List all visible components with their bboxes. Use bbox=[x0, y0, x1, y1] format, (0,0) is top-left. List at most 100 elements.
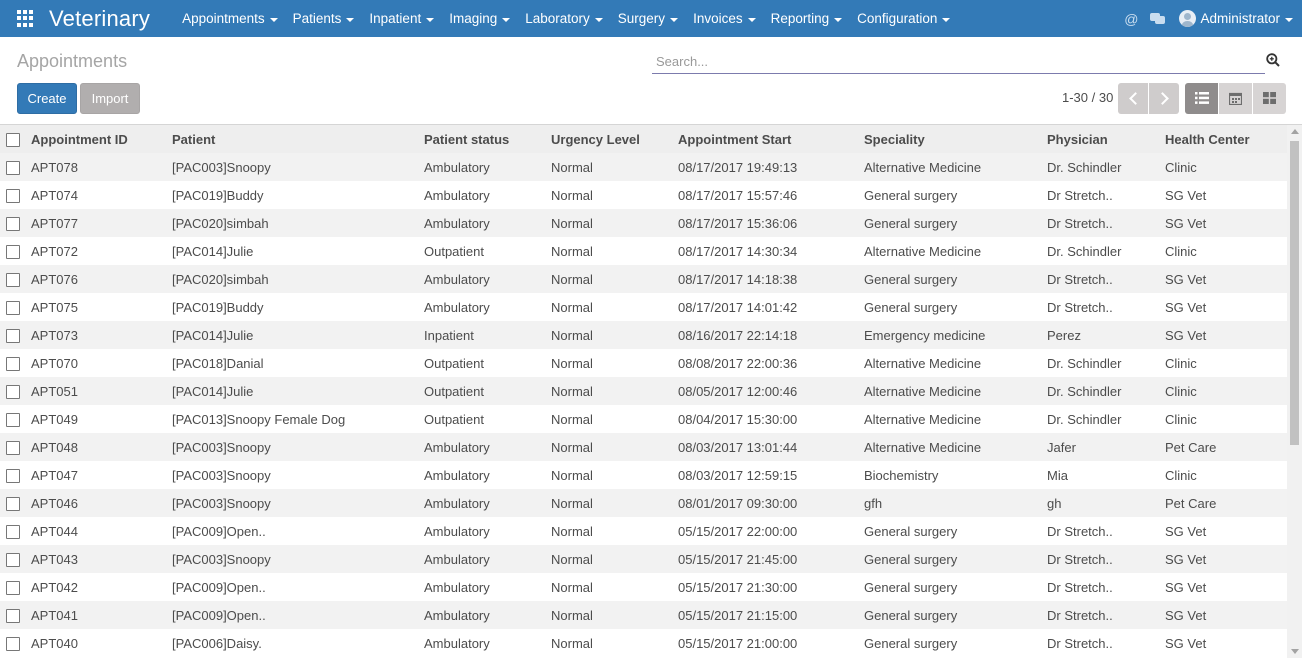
table-cell[interactable]: General surgery bbox=[864, 545, 1047, 573]
table-cell[interactable]: Dr. Schindler bbox=[1047, 405, 1165, 433]
row-checkbox[interactable] bbox=[6, 216, 20, 231]
table-cell[interactable]: Jafer bbox=[1047, 433, 1165, 461]
table-cell[interactable]: Normal bbox=[551, 433, 678, 461]
table-row[interactable]: APT073 [PAC014]Julie Inpatient Normal 08/16/… bbox=[0, 321, 1287, 349]
row-checkbox[interactable] bbox=[6, 244, 20, 259]
table-cell[interactable]: SG Vet bbox=[1165, 601, 1287, 629]
table-cell[interactable]: Normal bbox=[551, 265, 678, 293]
column-header[interactable]: Physician bbox=[1047, 125, 1165, 153]
table-cell[interactable]: [PAC009]Open.. bbox=[172, 573, 424, 601]
table-cell[interactable]: Clinic bbox=[1165, 349, 1287, 377]
table-row[interactable]: APT051 [PAC014]Julie Outpatient Normal 08/05… bbox=[0, 377, 1287, 405]
table-cell[interactable]: [PAC003]Snoopy bbox=[172, 489, 424, 517]
table-cell[interactable]: Ambulatory bbox=[424, 601, 551, 629]
table-cell[interactable]: SG Vet bbox=[1165, 321, 1287, 349]
table-cell[interactable]: APT072 bbox=[31, 237, 172, 265]
table-cell[interactable]: APT077 bbox=[31, 209, 172, 237]
apps-grid-icon[interactable] bbox=[17, 9, 35, 28]
table-cell[interactable]: Normal bbox=[551, 209, 678, 237]
table-cell[interactable]: 08/17/2017 15:57:46 bbox=[678, 181, 864, 209]
table-row[interactable]: APT047 [PAC003]Snoopy Ambulatory Normal 08/0… bbox=[0, 461, 1287, 489]
kanban-view-button[interactable] bbox=[1253, 83, 1286, 114]
table-cell[interactable]: gfh bbox=[864, 489, 1047, 517]
table-cell[interactable]: APT076 bbox=[31, 265, 172, 293]
table-cell[interactable]: APT075 bbox=[31, 293, 172, 321]
table-row[interactable]: APT046 [PAC003]Snoopy Ambulatory Normal 08/0… bbox=[0, 489, 1287, 517]
vertical-scrollbar[interactable] bbox=[1287, 125, 1302, 658]
table-cell[interactable]: Alternative Medicine bbox=[864, 405, 1047, 433]
scroll-up-icon[interactable] bbox=[1291, 129, 1299, 134]
table-cell[interactable]: Normal bbox=[551, 461, 678, 489]
table-cell[interactable]: 08/01/2017 09:30:00 bbox=[678, 489, 864, 517]
table-cell[interactable]: APT042 bbox=[31, 573, 172, 601]
table-cell[interactable]: [PAC003]Snoopy bbox=[172, 433, 424, 461]
table-cell[interactable]: Normal bbox=[551, 181, 678, 209]
table-cell[interactable]: Dr Stretch.. bbox=[1047, 265, 1165, 293]
table-cell[interactable]: Ambulatory bbox=[424, 545, 551, 573]
table-cell[interactable]: Biochemistry bbox=[864, 461, 1047, 489]
table-row[interactable]: APT077 [PAC020]simbah Ambulatory Normal 08/1… bbox=[0, 209, 1287, 237]
user-menu[interactable]: Administrator bbox=[1200, 11, 1293, 26]
table-cell[interactable]: Normal bbox=[551, 349, 678, 377]
table-cell[interactable]: [PAC013]Snoopy Female Dog bbox=[172, 405, 424, 433]
row-checkbox[interactable] bbox=[6, 552, 20, 567]
table-cell[interactable]: 08/17/2017 14:30:34 bbox=[678, 237, 864, 265]
import-button[interactable]: Import bbox=[80, 83, 140, 114]
avatar[interactable] bbox=[1179, 10, 1197, 27]
table-cell[interactable]: Emergency medicine bbox=[864, 321, 1047, 349]
table-cell[interactable]: General surgery bbox=[864, 265, 1047, 293]
menu-invoices[interactable]: Invoices bbox=[693, 11, 756, 26]
table-cell[interactable]: SG Vet bbox=[1165, 293, 1287, 321]
table-cell[interactable]: Dr. Schindler bbox=[1047, 237, 1165, 265]
table-row[interactable]: APT078 [PAC003]Snoopy Ambulatory Normal 08/1… bbox=[0, 153, 1287, 181]
table-cell[interactable]: [PAC009]Open.. bbox=[172, 517, 424, 545]
table-cell[interactable]: 05/15/2017 21:45:00 bbox=[678, 545, 864, 573]
table-cell[interactable]: Clinic bbox=[1165, 153, 1287, 181]
table-cell[interactable]: APT046 bbox=[31, 489, 172, 517]
table-row[interactable]: APT043 [PAC003]Snoopy Ambulatory Normal 05/1… bbox=[0, 545, 1287, 573]
table-cell[interactable]: [PAC019]Buddy bbox=[172, 293, 424, 321]
table-cell[interactable]: 05/15/2017 21:30:00 bbox=[678, 573, 864, 601]
column-header[interactable]: Appointment Start bbox=[678, 125, 864, 153]
table-cell[interactable]: Normal bbox=[551, 153, 678, 181]
column-header[interactable]: Patient status bbox=[424, 125, 551, 153]
table-row[interactable]: APT040 [PAC006]Daisy. Ambulatory Normal 05/1… bbox=[0, 629, 1287, 657]
menu-inpatient[interactable]: Inpatient bbox=[369, 11, 435, 26]
table-cell[interactable]: APT044 bbox=[31, 517, 172, 545]
row-checkbox[interactable] bbox=[6, 608, 20, 623]
table-row[interactable]: APT049 [PAC013]Snoopy Female Dog Outpatien… bbox=[0, 405, 1287, 433]
row-checkbox[interactable] bbox=[6, 300, 20, 315]
table-cell[interactable]: Normal bbox=[551, 377, 678, 405]
table-cell[interactable]: 08/16/2017 22:14:18 bbox=[678, 321, 864, 349]
column-header[interactable]: Urgency Level bbox=[551, 125, 678, 153]
pager-value[interactable]: 1-30 / 30 bbox=[1062, 90, 1113, 105]
table-cell[interactable]: Alternative Medicine bbox=[864, 153, 1047, 181]
table-cell[interactable]: 05/15/2017 21:00:00 bbox=[678, 629, 864, 657]
table-cell[interactable]: Perez bbox=[1047, 321, 1165, 349]
table-cell[interactable]: Alternative Medicine bbox=[864, 433, 1047, 461]
table-cell[interactable]: Mia bbox=[1047, 461, 1165, 489]
table-cell[interactable]: Outpatient bbox=[424, 237, 551, 265]
table-cell[interactable]: Pet Care bbox=[1165, 433, 1287, 461]
pager-previous-button[interactable] bbox=[1118, 83, 1148, 114]
row-checkbox[interactable] bbox=[6, 412, 20, 427]
table-cell[interactable]: [PAC009]Open.. bbox=[172, 601, 424, 629]
list-view-button[interactable] bbox=[1185, 83, 1218, 114]
menu-imaging[interactable]: Imaging bbox=[449, 11, 511, 26]
table-cell[interactable]: Ambulatory bbox=[424, 293, 551, 321]
column-header[interactable]: Patient bbox=[172, 125, 424, 153]
row-checkbox[interactable] bbox=[6, 188, 20, 203]
table-cell[interactable]: Normal bbox=[551, 573, 678, 601]
table-cell[interactable]: APT074 bbox=[31, 181, 172, 209]
table-cell[interactable]: Normal bbox=[551, 293, 678, 321]
table-cell[interactable]: Ambulatory bbox=[424, 209, 551, 237]
table-cell[interactable]: Alternative Medicine bbox=[864, 349, 1047, 377]
table-cell[interactable]: Ambulatory bbox=[424, 265, 551, 293]
table-cell[interactable]: [PAC014]Julie bbox=[172, 321, 424, 349]
table-cell[interactable]: 08/17/2017 19:49:13 bbox=[678, 153, 864, 181]
table-row[interactable]: APT072 [PAC014]Julie Outpatient Normal 08/17… bbox=[0, 237, 1287, 265]
table-cell[interactable]: Dr Stretch.. bbox=[1047, 629, 1165, 657]
table-cell[interactable]: Ambulatory bbox=[424, 517, 551, 545]
table-cell[interactable]: Normal bbox=[551, 545, 678, 573]
table-cell[interactable]: Outpatient bbox=[424, 377, 551, 405]
